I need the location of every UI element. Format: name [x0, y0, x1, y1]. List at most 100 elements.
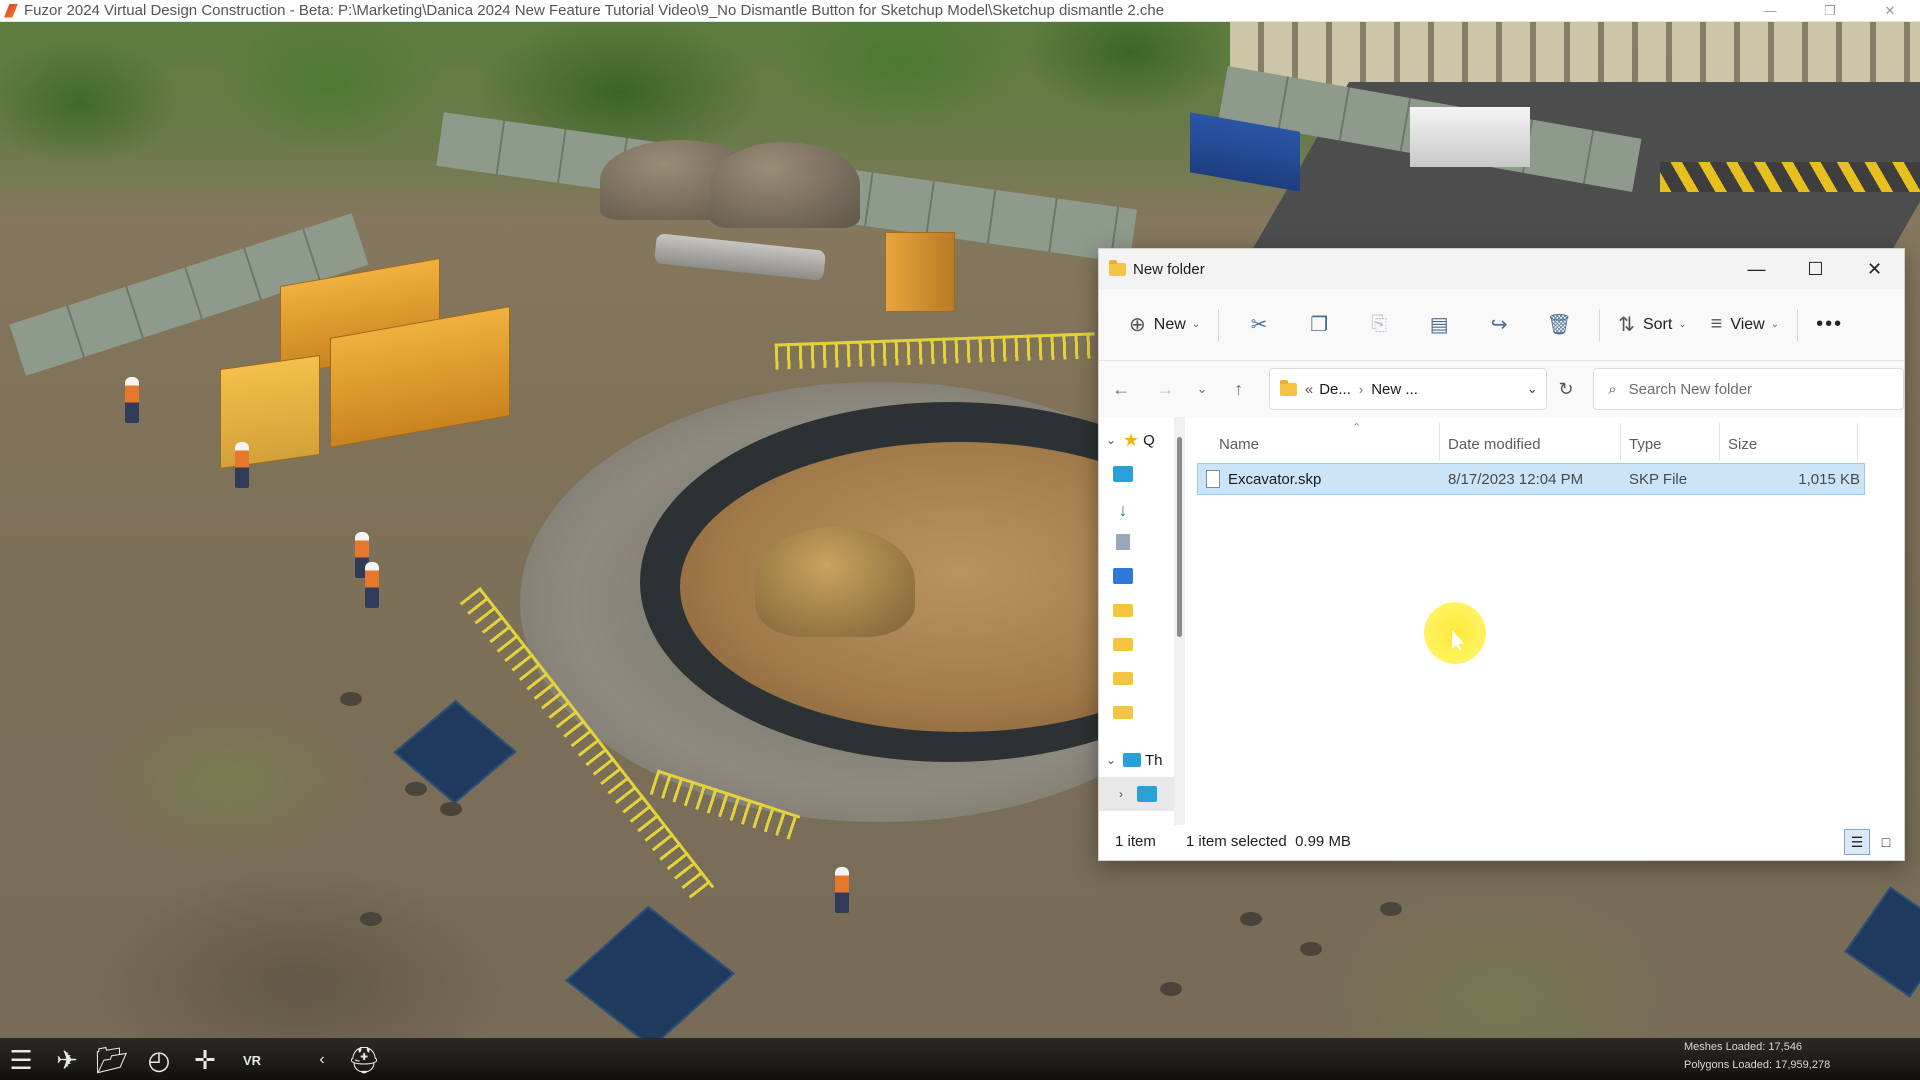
app-restore-icon[interactable]: ❐	[1800, 0, 1860, 22]
search-placeholder: Search New folder	[1628, 380, 1753, 398]
breadcrumb-separator-icon: ›	[1358, 381, 1364, 397]
file-row[interactable]: Excavator.skp 8/17/2023 12:04 PM SKP Fil…	[1197, 463, 1865, 495]
recent-locations-chevron-icon[interactable]: ⌄	[1188, 381, 1217, 397]
address-overflow[interactable]: «	[1305, 381, 1313, 398]
copy-icon: ❐	[1310, 314, 1329, 336]
nav-drive[interactable]: ›	[1099, 777, 1174, 811]
collapse-chevron-icon[interactable]: ‹	[312, 1042, 332, 1078]
file-icon	[1206, 470, 1220, 488]
new-button[interactable]: ⊕ New ⌄	[1121, 307, 1208, 343]
sort-icon: ⇅	[1618, 314, 1635, 336]
column-size[interactable]: Size	[1728, 436, 1757, 453]
crane-icon[interactable]: ✈	[48, 1042, 86, 1078]
rename-button[interactable]: ▤	[1409, 307, 1469, 343]
nav-folder[interactable]	[1099, 661, 1133, 695]
nav-quick-access-label: Q	[1143, 431, 1155, 449]
scene-rock	[1380, 902, 1402, 916]
details-view-icon[interactable]: ☰	[1844, 828, 1870, 855]
search-box[interactable]: ⌕ Search New folder	[1593, 368, 1904, 410]
address-dropdown-chevron-icon[interactable]: ⌄	[1527, 381, 1538, 397]
downloads-icon: ↓	[1118, 500, 1128, 520]
documents-icon	[1116, 534, 1130, 550]
bottom-toolbar: ☰ ✈ 📂︎ ◴ ✛ VR ‹ ⛑	[0, 1038, 1920, 1080]
column-divider[interactable]	[1439, 423, 1440, 461]
column-divider[interactable]	[1857, 423, 1858, 461]
item-count: 1 item	[1115, 833, 1156, 850]
app-close-icon[interactable]: ✕	[1860, 0, 1920, 22]
nav-quick-access[interactable]: ⌄ ★ Q	[1099, 423, 1155, 457]
close-icon[interactable]: ✕	[1845, 249, 1904, 289]
nav-this-pc[interactable]: ⌄ Th	[1099, 743, 1163, 777]
folder-icon	[1113, 671, 1133, 685]
nav-folder[interactable]	[1099, 593, 1133, 627]
column-name[interactable]: Name	[1219, 436, 1259, 453]
scene-stats: Meshes Loaded: 17,546 Polygons Loaded: 1…	[1684, 1038, 1830, 1074]
file-explorer-window: New folder — ☐ ✕ ⊕ New ⌄ ✂ ❐ ⎘ ▤ ↪ 🗑︎ ⇅ …	[1098, 248, 1905, 861]
nav-documents[interactable]	[1099, 525, 1130, 559]
pictures-icon	[1113, 568, 1133, 584]
back-arrow-icon[interactable]: ←	[1099, 379, 1143, 400]
app-title-bar: Fuzor 2024 Virtual Design Construction -…	[0, 0, 1920, 22]
fuzor-logo-icon	[4, 3, 18, 18]
search-icon: ⌕	[1608, 380, 1617, 398]
explorer-body: ⌄ ★ Q ↓ ⌄ Th › Name ⌃ Date modified Type…	[1099, 417, 1904, 825]
sort-button[interactable]: ⇅ Sort ⌄	[1610, 307, 1695, 343]
view-button[interactable]: ≡ View ⌄	[1703, 307, 1787, 343]
nav-downloads[interactable]: ↓	[1099, 491, 1133, 525]
meshes-loaded: Meshes Loaded: 17,546	[1684, 1041, 1803, 1053]
column-date-modified[interactable]: Date modified	[1448, 436, 1541, 453]
desktop-icon	[1113, 466, 1133, 482]
nav-this-pc-label: Th	[1145, 751, 1163, 769]
forward-arrow-icon[interactable]: →	[1143, 379, 1187, 400]
delete-button[interactable]: 🗑︎	[1529, 307, 1589, 343]
clock-icon[interactable]: ◴	[140, 1042, 178, 1078]
nav-folder[interactable]	[1099, 695, 1133, 729]
column-divider[interactable]	[1719, 423, 1720, 461]
dialog-title-bar: New folder — ☐ ✕	[1099, 249, 1904, 289]
large-icons-view-icon[interactable]: □	[1876, 832, 1896, 852]
nav-folder[interactable]	[1099, 627, 1133, 661]
view-label: View	[1730, 315, 1765, 333]
dialog-title: New folder	[1133, 260, 1205, 278]
cut-button[interactable]: ✂	[1229, 307, 1289, 343]
selection-info: 1 item selected 0.99 MB	[1185, 833, 1351, 850]
app-title: Fuzor 2024 Virtual Design Construction -…	[24, 2, 1165, 19]
worker-helmet-icon[interactable]: ⛑	[345, 1042, 383, 1078]
nav-scrollbar[interactable]	[1174, 417, 1185, 825]
cursor-highlight	[1424, 602, 1486, 664]
share-button[interactable]: ↪	[1469, 307, 1529, 343]
breadcrumb-part[interactable]: De...	[1319, 381, 1351, 398]
more-options-button[interactable]: •••	[1808, 307, 1851, 343]
paste-button[interactable]: ⎘	[1349, 307, 1409, 343]
move-arrows-icon[interactable]: ✛	[186, 1042, 224, 1078]
navigation-pane: ⌄ ★ Q ↓ ⌄ Th ›	[1099, 417, 1187, 825]
dialog-window-controls: — ☐ ✕	[1727, 249, 1904, 289]
refresh-icon[interactable]: ↻	[1547, 379, 1586, 400]
star-icon: ★	[1123, 429, 1140, 450]
rename-icon: ▤	[1429, 314, 1449, 336]
vr-icon[interactable]: VR	[233, 1042, 271, 1078]
app-minimize-icon[interactable]: —	[1740, 0, 1800, 22]
scrollbar-thumb[interactable]	[1177, 437, 1182, 637]
scene-rock	[1300, 942, 1322, 956]
column-type[interactable]: Type	[1629, 436, 1662, 453]
nav-pictures[interactable]	[1099, 559, 1133, 593]
scene-worker	[835, 867, 849, 913]
divider	[1218, 308, 1220, 341]
chevron-down-icon: ⌄	[1191, 319, 1201, 330]
address-bar[interactable]: « De... › New ... ⌄	[1268, 368, 1547, 410]
menu-icon[interactable]: ☰	[2, 1042, 40, 1078]
maximize-icon[interactable]: ☐	[1786, 249, 1845, 289]
minimize-icon[interactable]: —	[1727, 249, 1786, 289]
up-arrow-icon[interactable]: ↑	[1217, 379, 1261, 400]
folder-icon[interactable]: 📂︎	[93, 1042, 131, 1078]
ellipsis-icon: •••	[1816, 313, 1844, 335]
copy-button[interactable]: ❐	[1289, 307, 1349, 343]
nav-desktop[interactable]	[1099, 457, 1133, 491]
scene-dirt-mound	[710, 142, 860, 228]
file-date: 8/17/2023 12:04 PM	[1448, 470, 1584, 488]
app-window-controls: — ❐ ✕	[1740, 0, 1920, 22]
breadcrumb-part[interactable]: New ...	[1371, 381, 1418, 398]
column-divider[interactable]	[1620, 423, 1621, 461]
chevron-right-icon: ›	[1119, 787, 1123, 801]
